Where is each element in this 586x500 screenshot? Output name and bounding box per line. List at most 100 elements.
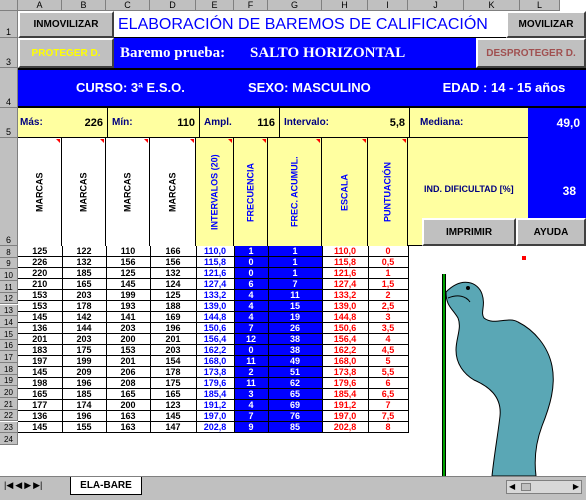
table-cell[interactable]: 188 bbox=[150, 300, 197, 313]
table-cell[interactable]: 177 bbox=[18, 399, 63, 412]
table-cell[interactable]: 165 bbox=[150, 388, 197, 401]
row-header[interactable]: 23 bbox=[0, 421, 18, 434]
table-cell[interactable]: 142 bbox=[62, 311, 107, 324]
table-cell[interactable]: 226 bbox=[18, 256, 63, 269]
table-cell[interactable]: 206 bbox=[106, 366, 151, 379]
table-cell[interactable]: 185,4 bbox=[196, 388, 235, 401]
table-cell[interactable]: 199 bbox=[62, 355, 107, 368]
table-cell[interactable]: 136 bbox=[18, 410, 63, 423]
column-header[interactable]: D bbox=[150, 0, 196, 11]
table-cell[interactable]: 136 bbox=[18, 322, 63, 335]
last-sheet-icon[interactable]: ▶| bbox=[33, 480, 42, 494]
prev-sheet-icon[interactable]: ◀ bbox=[15, 480, 22, 494]
table-cell[interactable]: 6 bbox=[368, 377, 409, 390]
table-cell[interactable]: 166 bbox=[150, 246, 197, 258]
row-header[interactable]: 17 bbox=[0, 351, 18, 363]
table-cell[interactable]: 132 bbox=[150, 267, 197, 280]
table-cell[interactable]: 201 bbox=[150, 333, 197, 346]
table-cell[interactable]: 144,8 bbox=[196, 311, 235, 324]
table-cell[interactable]: 156,4 bbox=[322, 333, 369, 346]
table-cell[interactable]: 203 bbox=[62, 333, 107, 346]
table-cell[interactable]: 179,6 bbox=[322, 377, 369, 390]
table-cell[interactable]: 9 bbox=[234, 421, 269, 434]
table-cell[interactable]: 26 bbox=[268, 322, 323, 335]
table-cell[interactable]: 1 bbox=[234, 246, 269, 258]
scrollbar-thumb[interactable] bbox=[521, 483, 531, 491]
table-cell[interactable]: 8 bbox=[368, 421, 409, 434]
table-cell[interactable]: 133,2 bbox=[322, 289, 369, 302]
table-cell[interactable]: 145 bbox=[18, 311, 63, 324]
table-cell[interactable]: 183 bbox=[18, 344, 63, 357]
table-cell[interactable]: 168,0 bbox=[322, 355, 369, 368]
table-cell[interactable]: 4 bbox=[368, 333, 409, 346]
table-cell[interactable]: 7 bbox=[234, 410, 269, 423]
table-cell[interactable]: 145 bbox=[18, 366, 63, 379]
table-cell[interactable]: 1,5 bbox=[368, 278, 409, 291]
column-header[interactable]: A bbox=[18, 0, 62, 11]
row-header[interactable]: 20 bbox=[0, 386, 18, 399]
table-cell[interactable]: 76 bbox=[268, 410, 323, 423]
table-cell[interactable]: 191,2 bbox=[322, 399, 369, 412]
table-cell[interactable]: 168,0 bbox=[196, 355, 235, 368]
table-cell[interactable]: 127,4 bbox=[196, 278, 235, 291]
table-cell[interactable]: 0 bbox=[234, 256, 269, 269]
table-cell[interactable]: 196 bbox=[62, 377, 107, 390]
column-header[interactable]: H bbox=[322, 0, 368, 11]
table-cell[interactable]: 174 bbox=[62, 399, 107, 412]
table-cell[interactable]: 196 bbox=[62, 410, 107, 423]
table-cell[interactable]: 4 bbox=[234, 311, 269, 324]
row-header[interactable]: 5 bbox=[0, 108, 18, 138]
table-cell[interactable]: 15 bbox=[268, 300, 323, 313]
row-header[interactable]: 15 bbox=[0, 327, 18, 340]
table-cell[interactable]: 1 bbox=[268, 256, 323, 269]
table-cell[interactable]: 2,5 bbox=[368, 300, 409, 313]
table-cell[interactable]: 220 bbox=[18, 267, 63, 280]
table-cell[interactable]: 2 bbox=[368, 289, 409, 302]
next-sheet-icon[interactable]: ▶ bbox=[24, 480, 31, 494]
table-cell[interactable]: 154 bbox=[150, 355, 197, 368]
table-cell[interactable]: 201 bbox=[18, 333, 63, 346]
table-cell[interactable]: 5,5 bbox=[368, 366, 409, 379]
row-header[interactable]: 22 bbox=[0, 409, 18, 422]
table-cell[interactable]: 38 bbox=[268, 333, 323, 346]
row-header[interactable]: 14 bbox=[0, 316, 18, 328]
table-cell[interactable]: 208 bbox=[106, 377, 151, 390]
table-cell[interactable]: 4 bbox=[234, 399, 269, 412]
table-cell[interactable]: 0 bbox=[234, 344, 269, 357]
table-cell[interactable]: 144,8 bbox=[322, 311, 369, 324]
row-header[interactable]: 21 bbox=[0, 398, 18, 410]
table-cell[interactable]: 19 bbox=[268, 311, 323, 324]
table-cell[interactable]: 115,8 bbox=[196, 256, 235, 269]
table-cell[interactable]: 185,4 bbox=[322, 388, 369, 401]
table-cell[interactable]: 193 bbox=[106, 300, 151, 313]
row-header[interactable]: 16 bbox=[0, 339, 18, 352]
column-header[interactable]: F bbox=[234, 0, 268, 11]
row-header[interactable]: 19 bbox=[0, 374, 18, 387]
table-cell[interactable]: 199 bbox=[106, 289, 151, 302]
first-sheet-icon[interactable]: |◀ bbox=[4, 480, 13, 494]
table-cell[interactable]: 197,0 bbox=[322, 410, 369, 423]
table-cell[interactable]: 155 bbox=[62, 421, 107, 434]
table-cell[interactable]: 123 bbox=[150, 399, 197, 412]
scroll-right-icon[interactable]: ▶ bbox=[573, 482, 579, 491]
select-all-corner[interactable] bbox=[0, 0, 18, 11]
table-cell[interactable]: 127,4 bbox=[322, 278, 369, 291]
table-cell[interactable]: 156 bbox=[150, 256, 197, 269]
table-cell[interactable]: 153 bbox=[18, 289, 63, 302]
table-cell[interactable]: 4,5 bbox=[368, 344, 409, 357]
table-cell[interactable]: 110,0 bbox=[322, 246, 369, 258]
table-cell[interactable]: 11 bbox=[268, 289, 323, 302]
table-cell[interactable]: 173,8 bbox=[196, 366, 235, 379]
table-cell[interactable]: 6,5 bbox=[368, 388, 409, 401]
row-header[interactable]: 9 bbox=[0, 257, 18, 270]
table-cell[interactable]: 202,8 bbox=[322, 421, 369, 434]
table-cell[interactable]: 175 bbox=[62, 344, 107, 357]
table-cell[interactable]: 163 bbox=[106, 410, 151, 423]
table-cell[interactable]: 133,2 bbox=[196, 289, 235, 302]
table-cell[interactable]: 185 bbox=[62, 267, 107, 280]
table-cell[interactable]: 110 bbox=[106, 246, 151, 258]
table-cell[interactable]: 0 bbox=[234, 267, 269, 280]
table-cell[interactable]: 145 bbox=[106, 278, 151, 291]
table-cell[interactable]: 3,5 bbox=[368, 322, 409, 335]
proteger-button[interactable]: PROTEGER D. bbox=[18, 38, 114, 68]
